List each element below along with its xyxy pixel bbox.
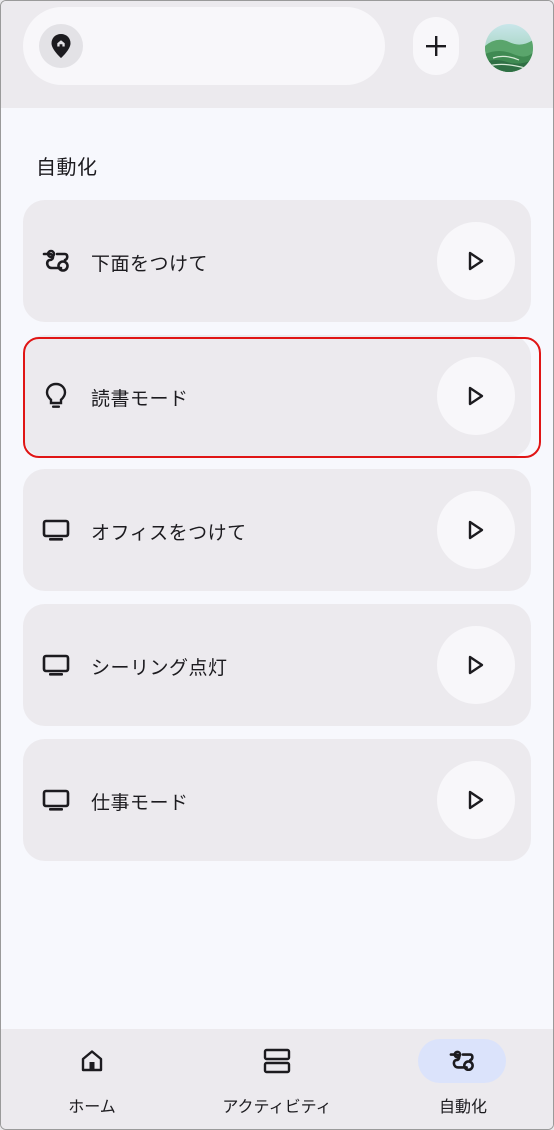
tv-icon xyxy=(41,516,71,544)
nav-label: ホーム xyxy=(68,1097,116,1116)
nav-label: アクティビティ xyxy=(222,1097,332,1116)
nav-label: 自動化 xyxy=(438,1097,487,1116)
tv-icon xyxy=(41,786,71,814)
automation-card[interactable]: 読書モード xyxy=(23,335,531,457)
automation-card[interactable]: 下面をつけて xyxy=(23,200,531,322)
nav-item-activity[interactable]: アクティビティ xyxy=(197,1029,357,1129)
automation-icon xyxy=(41,247,71,275)
automation-card[interactable]: シーリング点灯 xyxy=(23,604,531,726)
nav-item-home[interactable]: ホーム xyxy=(12,1029,172,1129)
bottom-navigation: ホーム アクティビティ 自動化 xyxy=(1,1029,553,1129)
play-icon xyxy=(468,790,484,810)
plus-icon xyxy=(426,36,446,56)
activity-icon xyxy=(233,1039,321,1083)
automation-icon xyxy=(418,1039,506,1083)
home-pin-icon xyxy=(39,24,83,68)
run-automation-button[interactable] xyxy=(437,761,515,839)
top-app-bar xyxy=(1,1,553,108)
automation-label: オフィスをつけて xyxy=(91,522,247,544)
automation-card[interactable]: 仕事モード xyxy=(23,739,531,861)
nav-item-automation[interactable]: 自動化 xyxy=(383,1029,543,1129)
automation-card[interactable]: オフィスをつけて xyxy=(23,469,531,591)
play-icon xyxy=(468,520,484,540)
automation-label: 仕事モード xyxy=(91,792,189,814)
home-selector[interactable] xyxy=(23,7,385,85)
tv-icon xyxy=(41,651,71,679)
play-icon xyxy=(468,386,484,406)
automation-label: シーリング点灯 xyxy=(91,657,228,679)
run-automation-button[interactable] xyxy=(437,222,515,300)
run-automation-button[interactable] xyxy=(437,357,515,435)
run-automation-button[interactable] xyxy=(437,626,515,704)
lightbulb-icon xyxy=(41,382,71,410)
automation-label: 下面をつけて xyxy=(91,253,209,275)
home-icon xyxy=(48,1039,136,1083)
automation-label: 読書モード xyxy=(91,388,189,410)
section-title: 自動化 xyxy=(36,155,98,179)
run-automation-button[interactable] xyxy=(437,491,515,569)
app-screen: 自動化 下面をつけて 読書モード オフィスをつけて シーリング点灯 仕事モード … xyxy=(0,0,554,1130)
avatar[interactable] xyxy=(485,24,533,72)
play-icon xyxy=(468,655,484,675)
avatar-landscape-icon xyxy=(485,24,533,72)
play-icon xyxy=(468,251,484,271)
add-button[interactable] xyxy=(413,17,459,75)
